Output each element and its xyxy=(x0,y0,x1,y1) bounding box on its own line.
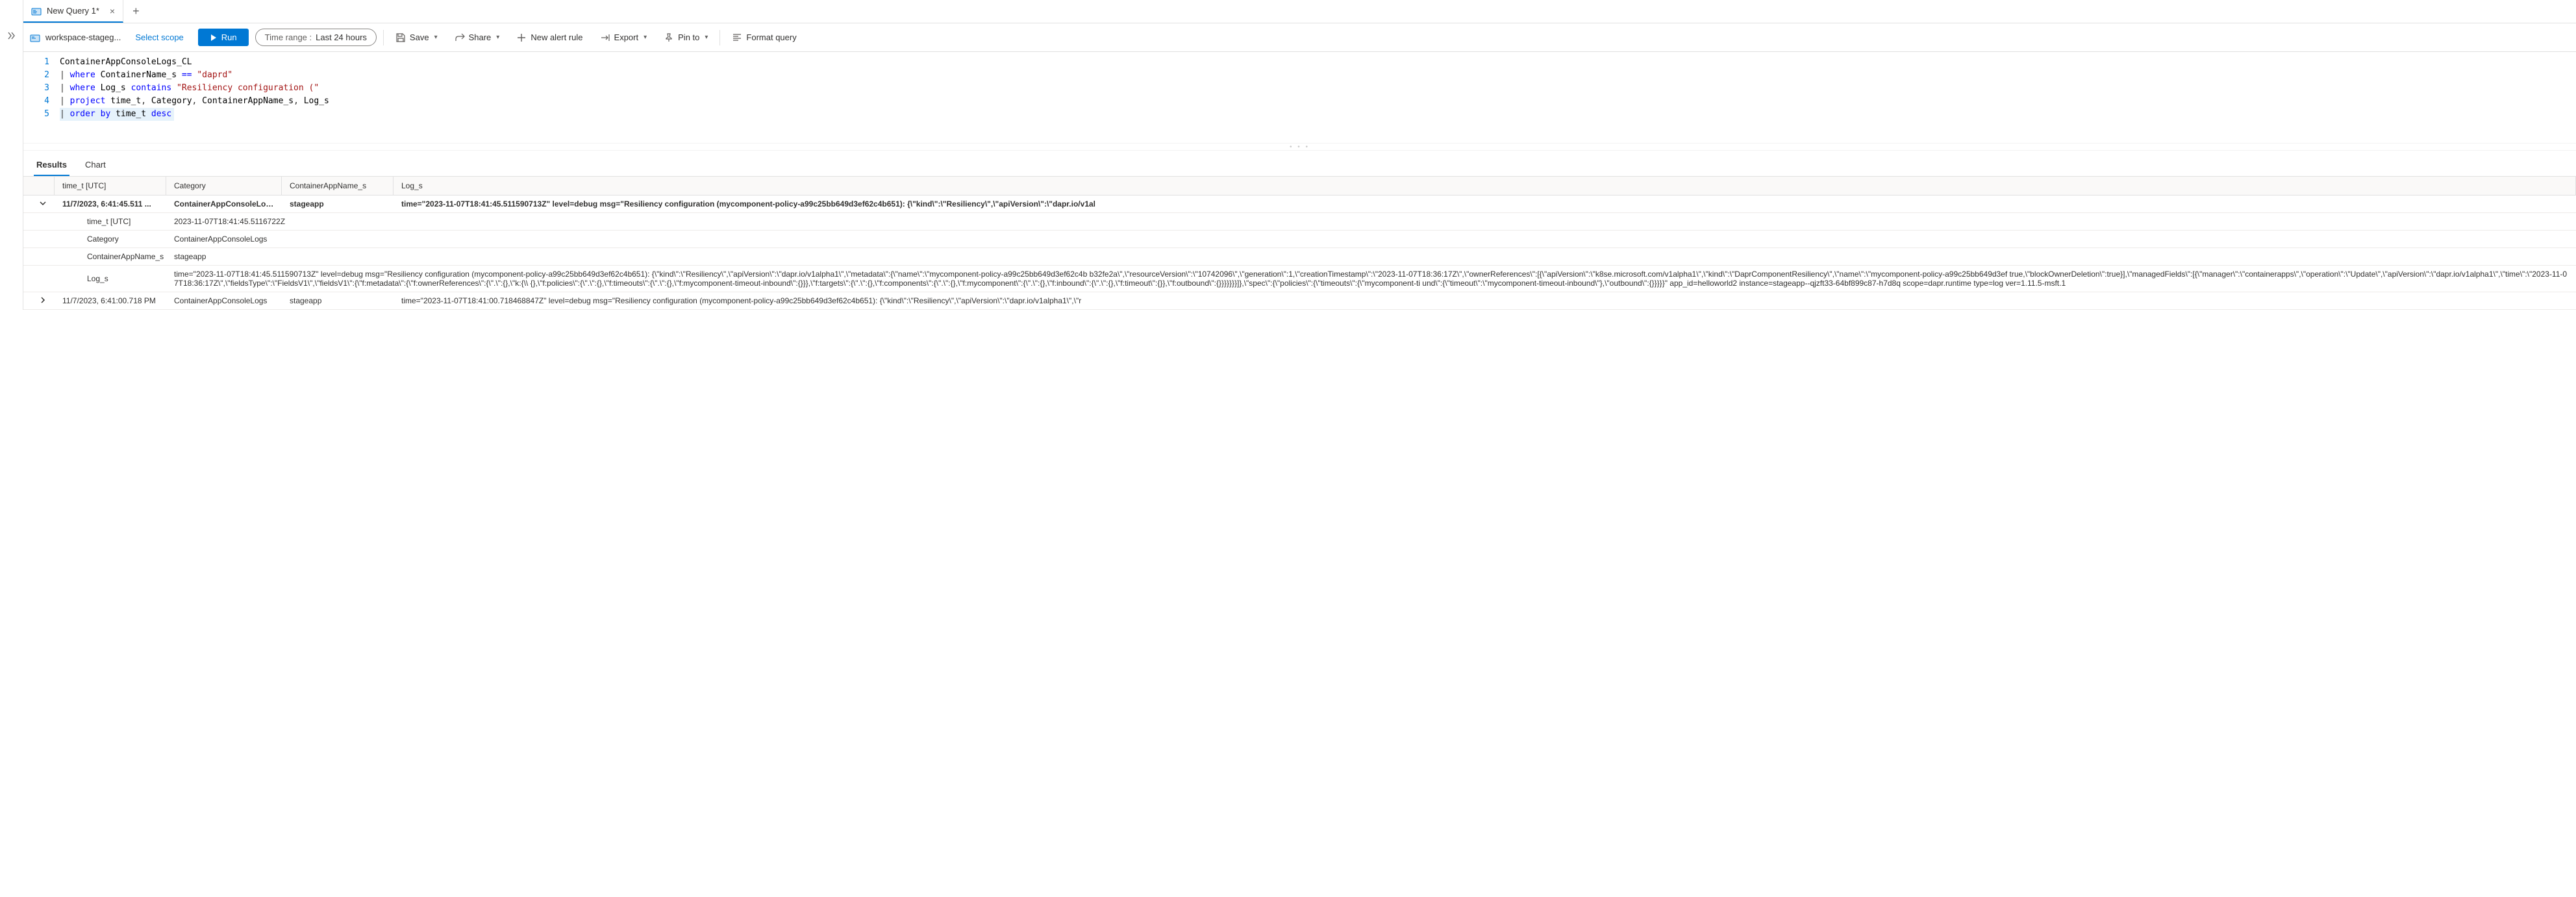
tab-title: New Query 1* xyxy=(47,6,99,16)
cell-log: time="2023-11-07T18:41:00.718468847Z" le… xyxy=(394,292,2576,309)
tab-close-icon[interactable]: × xyxy=(110,6,115,16)
sidebar-expand[interactable] xyxy=(0,0,23,310)
detail-key: ContainerAppName_s xyxy=(23,248,166,265)
results-grid: time_t [UTC] Category ContainerAppName_s… xyxy=(23,177,2576,310)
add-tab-button[interactable]: + xyxy=(123,0,149,23)
cell-app: stageapp xyxy=(282,196,394,212)
chevron-down-icon: ▾ xyxy=(644,34,647,41)
share-icon xyxy=(455,32,465,43)
time-range-picker[interactable]: Time range : Last 24 hours xyxy=(255,29,377,46)
splitter-handle[interactable]: • • • xyxy=(23,143,2576,151)
cell-time: 11/7/2023, 6:41:45.511 ... xyxy=(55,196,166,212)
chevron-down-icon: ▾ xyxy=(496,34,499,41)
grid-header-log[interactable]: Log_s xyxy=(394,177,2576,195)
workspace-selector[interactable]: workspace-stageg... xyxy=(30,32,121,43)
grid-header-app[interactable]: ContainerAppName_s xyxy=(282,177,394,195)
query-icon xyxy=(31,6,42,16)
toolbar-separator xyxy=(383,30,384,45)
workspace-icon xyxy=(30,32,40,43)
query-tab[interactable]: New Query 1* × xyxy=(23,0,123,23)
chevron-right-icon xyxy=(39,296,47,304)
time-range-label: Time range : xyxy=(265,32,312,42)
query-toolbar: workspace-stageg... Select scope Run Tim… xyxy=(23,23,2576,52)
plus-icon xyxy=(516,32,527,43)
save-icon xyxy=(395,32,406,43)
detail-value: time="2023-11-07T18:41:45.511590713Z" le… xyxy=(166,266,2576,292)
editor-code[interactable]: ContainerAppConsoleLogs_CL| where Contai… xyxy=(60,56,2576,139)
save-button[interactable]: Save ▾ xyxy=(390,30,443,45)
format-query-button[interactable]: Format query xyxy=(727,30,801,45)
expand-toggle[interactable] xyxy=(23,196,55,211)
grid-header-expand xyxy=(23,177,55,195)
export-icon xyxy=(600,32,610,43)
detail-value: ContainerAppConsoleLogs xyxy=(166,231,2576,247)
format-icon xyxy=(732,32,742,43)
chevron-right-double-icon xyxy=(7,31,16,40)
share-button[interactable]: Share ▾ xyxy=(449,30,505,45)
detail-key: Log_s xyxy=(23,266,166,292)
query-editor[interactable]: 1 2 3 4 5 ContainerAppConsoleLogs_CL| wh… xyxy=(23,52,2576,143)
pin-to-button[interactable]: Pin to ▾ xyxy=(658,30,713,45)
cell-log: time="2023-11-07T18:41:45.511590713Z" le… xyxy=(394,196,2576,212)
select-scope-link[interactable]: Select scope xyxy=(135,32,183,42)
editor-gutter: 1 2 3 4 5 xyxy=(23,56,60,139)
pin-icon xyxy=(664,32,674,43)
grid-header-time[interactable]: time_t [UTC] xyxy=(55,177,166,195)
cell-app: stageapp xyxy=(282,292,394,309)
chevron-down-icon: ▾ xyxy=(434,34,438,41)
detail-row: time_t [UTC] 2023-11-07T18:41:45.5116722… xyxy=(23,213,2576,231)
time-range-value: Last 24 hours xyxy=(316,32,367,42)
new-alert-rule-button[interactable]: New alert rule xyxy=(511,30,588,45)
detail-row: Log_s time="2023-11-07T18:41:45.51159071… xyxy=(23,266,2576,292)
detail-row: Category ContainerAppConsoleLogs xyxy=(23,231,2576,248)
detail-key: time_t [UTC] xyxy=(23,213,166,230)
table-row[interactable]: 11/7/2023, 6:41:00.718 PM ContainerAppCo… xyxy=(23,292,2576,310)
detail-key: Category xyxy=(23,231,166,247)
table-row[interactable]: 11/7/2023, 6:41:45.511 ... ContainerAppC… xyxy=(23,196,2576,213)
chevron-down-icon: ▾ xyxy=(705,34,708,41)
expand-toggle[interactable] xyxy=(23,292,55,308)
detail-row: ContainerAppName_s stageapp xyxy=(23,248,2576,266)
tab-chart[interactable]: Chart xyxy=(82,156,108,176)
tab-results[interactable]: Results xyxy=(34,156,69,176)
grid-header-category[interactable]: Category xyxy=(166,177,282,195)
cell-category: ContainerAppConsoleLogs xyxy=(166,196,282,212)
detail-value: stageapp xyxy=(166,248,2576,265)
play-icon xyxy=(210,34,218,42)
chevron-down-icon xyxy=(39,199,47,207)
grid-header-row: time_t [UTC] Category ContainerAppName_s… xyxy=(23,177,2576,196)
toolbar-separator xyxy=(719,30,720,45)
workspace-name: workspace-stageg... xyxy=(45,32,121,42)
cell-category: ContainerAppConsoleLogs xyxy=(166,292,282,309)
export-button[interactable]: Export ▾ xyxy=(595,30,653,45)
detail-value: 2023-11-07T18:41:45.5116722Z xyxy=(166,213,2576,230)
results-tab-bar: Results Chart xyxy=(23,151,2576,177)
cell-time: 11/7/2023, 6:41:00.718 PM xyxy=(55,292,166,309)
run-button[interactable]: Run xyxy=(198,29,249,46)
query-tab-bar: New Query 1* × + xyxy=(23,0,2576,23)
